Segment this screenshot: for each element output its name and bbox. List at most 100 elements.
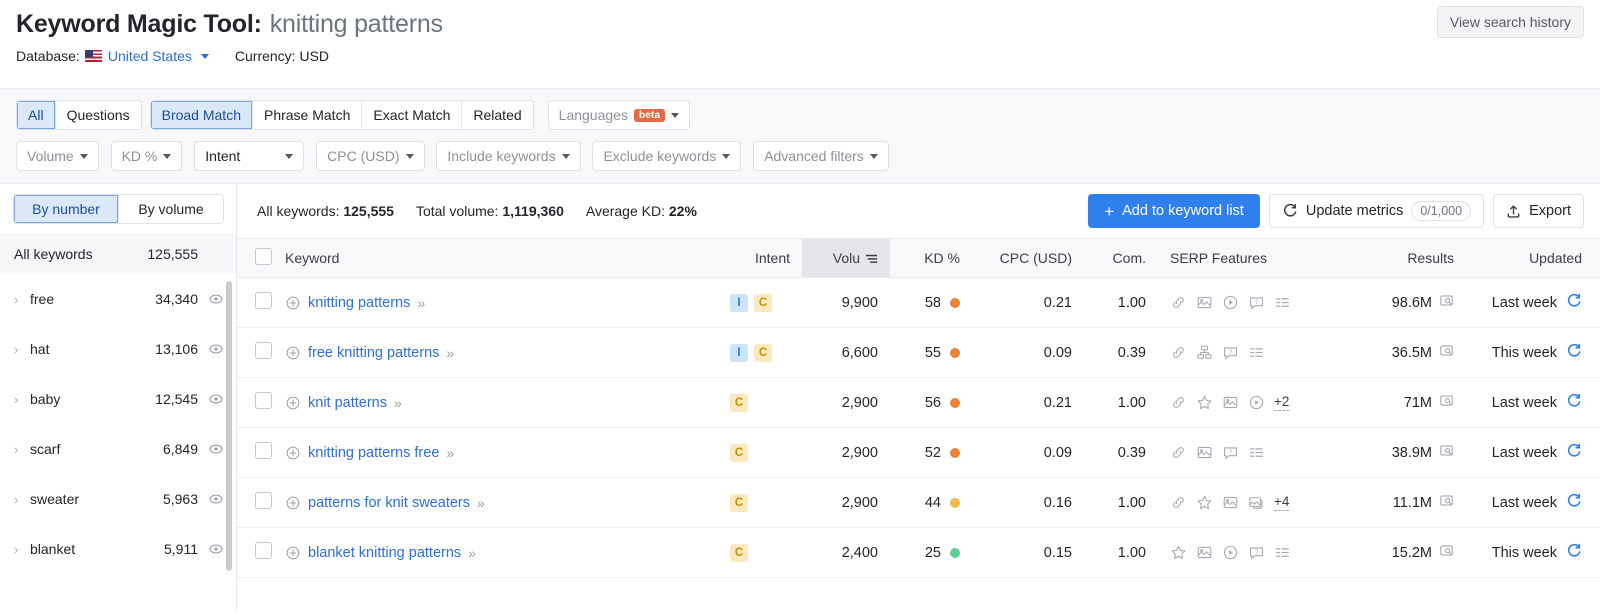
database-value[interactable]: United States <box>108 48 192 64</box>
column-header-results[interactable]: Results <box>1354 238 1466 278</box>
column-header-volume[interactable]: Volu <box>802 238 890 278</box>
sidebar-toggle-by-volume[interactable]: By volume <box>119 195 223 223</box>
add-keyword-icon[interactable] <box>285 345 301 361</box>
star-icon[interactable] <box>1196 394 1213 411</box>
keyword-expand-icon[interactable]: » <box>468 545 476 561</box>
add-keyword-icon[interactable] <box>285 295 301 311</box>
link-icon[interactable] <box>1170 344 1187 361</box>
faq-icon[interactable]: ? <box>1222 444 1239 461</box>
star-icon[interactable] <box>1196 494 1213 511</box>
visibility-icon[interactable] <box>208 491 224 507</box>
intent-badge-C[interactable]: C <box>730 493 748 512</box>
image-icon[interactable] <box>1222 494 1239 511</box>
keyword-link[interactable]: patterns for knit sweaters <box>308 495 470 511</box>
refresh-icon[interactable] <box>1566 343 1582 363</box>
chevron-right-icon[interactable]: › <box>14 542 30 557</box>
column-header-kd[interactable]: KD % <box>890 238 972 278</box>
column-header-cpc[interactable]: CPC (USD) <box>972 238 1084 278</box>
image-pack-icon[interactable] <box>1248 494 1265 511</box>
serp-analysis-icon[interactable] <box>1439 443 1454 458</box>
faq-icon[interactable]: ? <box>1248 294 1265 311</box>
add-keyword-icon[interactable] <box>285 495 301 511</box>
refresh-icon[interactable] <box>1566 293 1582 313</box>
update-metrics-button[interactable]: Update metrics 0/1,000 <box>1268 194 1485 228</box>
sidebar-item-baby[interactable]: › baby 12,545 <box>0 374 236 424</box>
export-button[interactable]: Export <box>1493 194 1584 228</box>
eye-icon[interactable] <box>208 391 224 407</box>
serp-analysis-icon[interactable] <box>1439 343 1454 362</box>
keyword-link[interactable]: blanket knitting patterns <box>308 545 461 561</box>
eye-icon[interactable] <box>208 541 224 557</box>
table-row[interactable]: knit patterns » C 2,900 56 0.21 1.00 +2 … <box>237 377 1600 428</box>
add-keyword-icon[interactable] <box>285 445 301 461</box>
column-header-com[interactable]: Com. <box>1084 238 1158 278</box>
refresh-icon[interactable] <box>1566 443 1582 463</box>
row-checkbox[interactable] <box>255 492 272 509</box>
keyword-link[interactable]: knit patterns <box>308 395 387 411</box>
sitelinks-icon[interactable] <box>1196 344 1213 361</box>
serp-analysis-icon[interactable] <box>1439 493 1454 512</box>
keyword-link[interactable]: knitting patterns <box>308 295 410 311</box>
list-icon[interactable] <box>1248 344 1265 361</box>
chevron-right-icon[interactable]: › <box>14 342 30 357</box>
filter-kd[interactable]: KD % <box>110 141 183 171</box>
row-checkbox[interactable] <box>255 442 272 459</box>
eye-icon[interactable] <box>208 341 224 357</box>
add-keyword-icon[interactable] <box>285 445 301 461</box>
add-to-keyword-list-button[interactable]: + Add to keyword list <box>1088 194 1260 228</box>
refresh-icon[interactable] <box>1566 543 1582 563</box>
sidebar-item-hat[interactable]: › hat 13,106 <box>0 324 236 374</box>
chevron-right-icon[interactable]: › <box>14 292 30 307</box>
view-search-history-button[interactable]: View search history <box>1436 6 1584 38</box>
intent-badge-C[interactable]: C <box>754 343 772 362</box>
filter-tab-phrase-match[interactable]: Phrase Match <box>252 101 363 129</box>
add-keyword-icon[interactable] <box>285 295 301 311</box>
sidebar-item-blanket[interactable]: › blanket 5,911 <box>0 524 236 574</box>
filter-tab-exact-match[interactable]: Exact Match <box>362 101 463 129</box>
add-keyword-icon[interactable] <box>285 345 301 361</box>
refresh-icon[interactable] <box>1566 443 1582 459</box>
visibility-icon[interactable] <box>208 341 224 357</box>
serp-analysis-icon[interactable] <box>1439 343 1454 358</box>
table-row[interactable]: blanket knitting patterns » C 2,400 25 0… <box>237 527 1600 578</box>
sidebar-item-scarf[interactable]: › scarf 6,849 <box>0 424 236 474</box>
list-icon[interactable] <box>1274 544 1291 561</box>
eye-icon[interactable] <box>208 441 224 457</box>
keyword-expand-icon[interactable]: » <box>446 445 454 461</box>
link-icon[interactable] <box>1170 294 1187 311</box>
column-header-updated[interactable]: Updated <box>1466 238 1600 278</box>
video-icon[interactable] <box>1222 544 1239 561</box>
sidebar-toggle-by-number[interactable]: By number <box>14 195 119 223</box>
column-header-serp-features[interactable]: SERP Features <box>1158 238 1354 278</box>
serp-analysis-icon[interactable] <box>1439 293 1454 308</box>
serp-analysis-icon[interactable] <box>1439 543 1454 558</box>
row-checkbox[interactable] <box>255 342 272 359</box>
image-icon[interactable] <box>1222 394 1239 411</box>
image-icon[interactable] <box>1196 444 1213 461</box>
list-icon[interactable] <box>1274 294 1291 311</box>
chevron-right-icon[interactable]: › <box>14 442 30 457</box>
serp-analysis-icon[interactable] <box>1439 543 1454 562</box>
row-checkbox[interactable] <box>255 292 272 309</box>
keyword-expand-icon[interactable]: » <box>394 395 402 411</box>
filter-volume[interactable]: Volume <box>16 141 99 171</box>
keyword-link[interactable]: knitting patterns free <box>308 445 439 461</box>
select-all-checkbox[interactable] <box>255 248 272 265</box>
intent-badge-I[interactable]: I <box>730 343 748 362</box>
refresh-icon[interactable] <box>1566 543 1582 559</box>
star-icon[interactable] <box>1170 544 1187 561</box>
eye-icon[interactable] <box>208 291 224 307</box>
refresh-icon[interactable] <box>1566 343 1582 359</box>
link-icon[interactable] <box>1170 444 1187 461</box>
chevron-right-icon[interactable]: › <box>14 492 30 507</box>
filter-tab-related[interactable]: Related <box>462 101 533 129</box>
chevron-right-icon[interactable]: › <box>14 392 30 407</box>
filter-tab-all[interactable]: All <box>17 101 56 129</box>
serp-analysis-icon[interactable] <box>1439 393 1454 408</box>
sidebar-item-sweater[interactable]: › sweater 5,963 <box>0 474 236 524</box>
serp-analysis-icon[interactable] <box>1439 393 1454 412</box>
filter-advanced[interactable]: Advanced filters <box>753 141 889 171</box>
table-row[interactable]: knitting patterns free » C 2,900 52 0.09… <box>237 427 1600 478</box>
sidebar-item-all-keywords[interactable]: All keywords 125,555 <box>0 233 236 274</box>
filter-tab-broad-match[interactable]: Broad Match <box>150 101 253 129</box>
